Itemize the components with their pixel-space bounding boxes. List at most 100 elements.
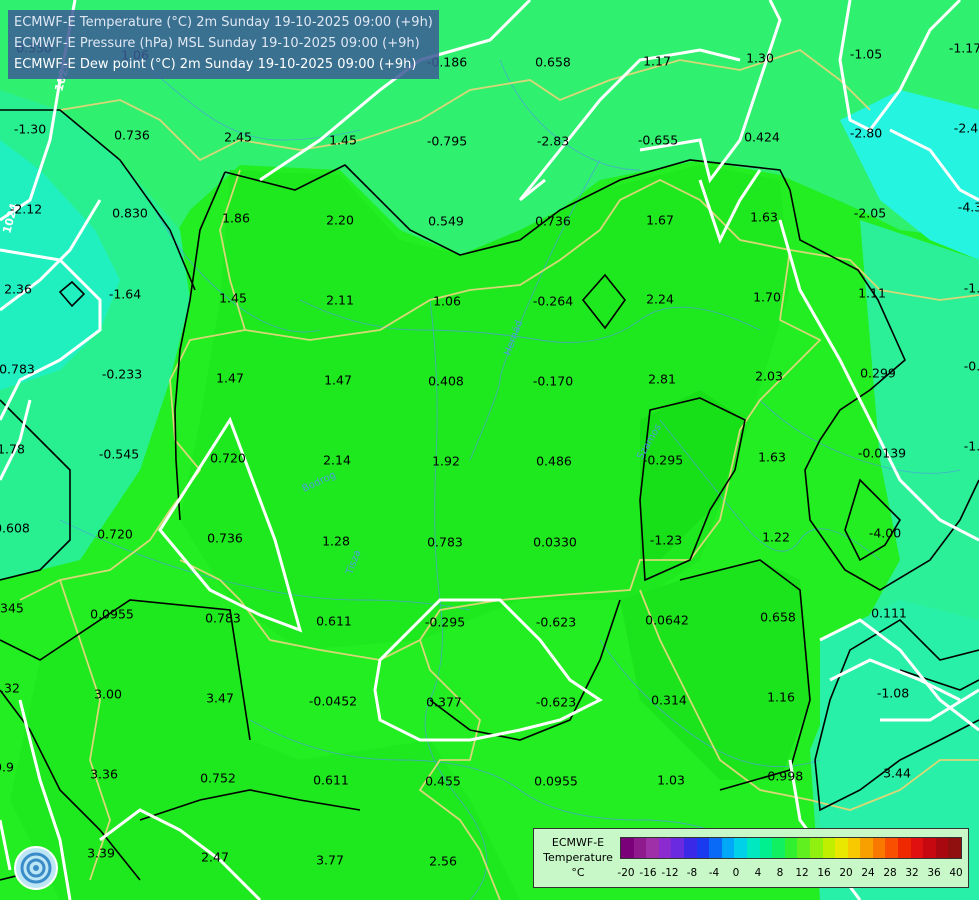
grid-value: 1.17: [643, 53, 671, 69]
grid-value: -1.64: [108, 286, 142, 302]
grid-value: 0.783: [427, 534, 463, 550]
grid-value: -0.0139: [857, 445, 907, 461]
grid-value: 0.0330: [533, 534, 577, 550]
legend-swatch: [935, 838, 949, 858]
grid-value: -0.295: [424, 614, 466, 630]
swirl-icon: [20, 852, 52, 884]
legend-swatch: [923, 838, 936, 858]
grid-value: 3.00: [94, 686, 122, 702]
legend-swatch: [847, 838, 861, 858]
grid-value: 0.736: [535, 213, 571, 229]
grid-value: 3.39: [87, 845, 115, 861]
legend-swatch: [784, 838, 798, 858]
grid-value: -1.05: [849, 46, 883, 62]
legend-swatch: [759, 838, 773, 858]
grid-value: -1.17: [948, 40, 979, 56]
legend-tick: 4: [754, 867, 762, 879]
grid-value: -0.: [963, 358, 979, 374]
legend-ticks: -20 -16 -12 -8 -4 0 4 8 12 16 20 24 28 32 36 40: [617, 867, 962, 881]
grid-value: 1.78: [0, 441, 25, 457]
legend-tick: -20: [617, 867, 635, 879]
grid-value: 2.14: [323, 452, 351, 468]
grid-value: 0.736: [114, 127, 150, 143]
grid-value: 0.611: [313, 772, 349, 788]
grid-value: 1.11: [858, 285, 886, 301]
grid-value: -0.623: [535, 614, 577, 630]
legend-swatch: [709, 838, 722, 858]
grid-value: 1.30: [746, 50, 774, 66]
layer-dewpoint[interactable]: ECMWF-E Dew point (°C) 2m Sunday 19-10-2…: [14, 54, 433, 75]
grid-value: -2.12: [9, 201, 43, 217]
grid-value: 3.77: [316, 852, 344, 868]
grid-value: 2.20: [326, 212, 354, 228]
legend-swatch: [835, 838, 848, 858]
layer-temperature[interactable]: ECMWF-E Temperature (°C) 2m Sunday 19-10…: [14, 12, 433, 33]
layer-pressure[interactable]: ECMWF-E Pressure (hPa) MSL Sunday 19-10-…: [14, 33, 433, 54]
legend-swatch: [948, 838, 962, 858]
grid-value: 0.830: [112, 205, 148, 221]
legend-title-variable: Temperature: [543, 851, 613, 864]
grid-value: 2.45: [224, 129, 252, 145]
grid-value: 2.36: [4, 281, 32, 297]
grid-value: 2.47: [201, 849, 229, 865]
grid-value: 1.16: [767, 689, 795, 705]
legend-title: ECMWF-E Temperature °C: [538, 835, 618, 880]
grid-value: 0.752: [200, 770, 236, 786]
grid-value: 1.92: [432, 453, 460, 469]
legend-swatch: [633, 838, 647, 858]
color-scale-legend: ECMWF-E Temperature °C -20 -16 -12 -8 -4 0 4 8 1…: [533, 828, 969, 888]
grid-value: 0.611: [316, 613, 352, 629]
grid-value: 0.783: [205, 610, 241, 626]
grid-value: -0.0452: [308, 693, 358, 709]
grid-value: 1.47: [324, 372, 352, 388]
grid-value: -0.233: [101, 366, 143, 382]
grid-value: -0.295: [642, 452, 684, 468]
legend-tick: 28: [883, 867, 897, 879]
grid-value: 1.03: [657, 772, 685, 788]
grid-value: 0.9: [0, 759, 14, 775]
grid-value: 0.486: [536, 453, 572, 469]
grid-value: -2.80: [849, 125, 883, 141]
legend-swatch: [721, 838, 735, 858]
grid-value: -4.00: [868, 525, 902, 541]
grid-value: -1.23: [649, 532, 683, 548]
legend-tick: 16: [817, 867, 831, 879]
legend-swatch: [772, 838, 785, 858]
grid-value: -1.30: [13, 121, 47, 137]
legend-tick: 24: [861, 867, 875, 879]
legend-swatch: [621, 838, 634, 858]
grid-value: -1.: [963, 280, 979, 296]
legend-swatch: [872, 838, 886, 858]
grid-value: 0.424: [744, 129, 780, 145]
legend-swatch: [860, 838, 873, 858]
legend-tick: 20: [839, 867, 853, 879]
grid-value: -2.4: [953, 120, 979, 136]
grid-value: 0.608: [0, 520, 30, 536]
legend-tick: -4: [708, 867, 720, 879]
grid-value: -2.83: [536, 133, 570, 149]
grid-value: 1.45: [219, 290, 247, 306]
legend-swatch: [658, 838, 672, 858]
grid-value: 0.0642: [645, 612, 689, 628]
grid-value: 0.408: [428, 373, 464, 389]
grid-value: 1.28: [322, 533, 350, 549]
legend-title-unit: °C: [571, 866, 585, 879]
legend-title-model: ECMWF-E: [551, 836, 605, 849]
legend-swatch: [734, 838, 747, 858]
grid-value: -0.623: [535, 694, 577, 710]
grid-value: -1.08: [876, 685, 910, 701]
legend-tick: 32: [905, 867, 919, 879]
grid-value: -0.998: [762, 768, 804, 784]
grid-value: 1.63: [750, 209, 778, 225]
grid-value: -0.264: [532, 293, 574, 309]
grid-value: 1.67: [646, 212, 674, 228]
grid-value: 0.549: [428, 213, 464, 229]
grid-value: 0.111: [871, 605, 907, 621]
grid-value: 0.658: [760, 609, 796, 625]
grid-value: -2.05: [853, 205, 887, 221]
grid-value: 3.44: [883, 765, 911, 781]
grid-value: 0.783: [0, 361, 35, 377]
legend-color-bar: [620, 837, 963, 859]
provider-logo[interactable]: [14, 846, 58, 890]
grid-value: 0.455: [425, 773, 461, 789]
